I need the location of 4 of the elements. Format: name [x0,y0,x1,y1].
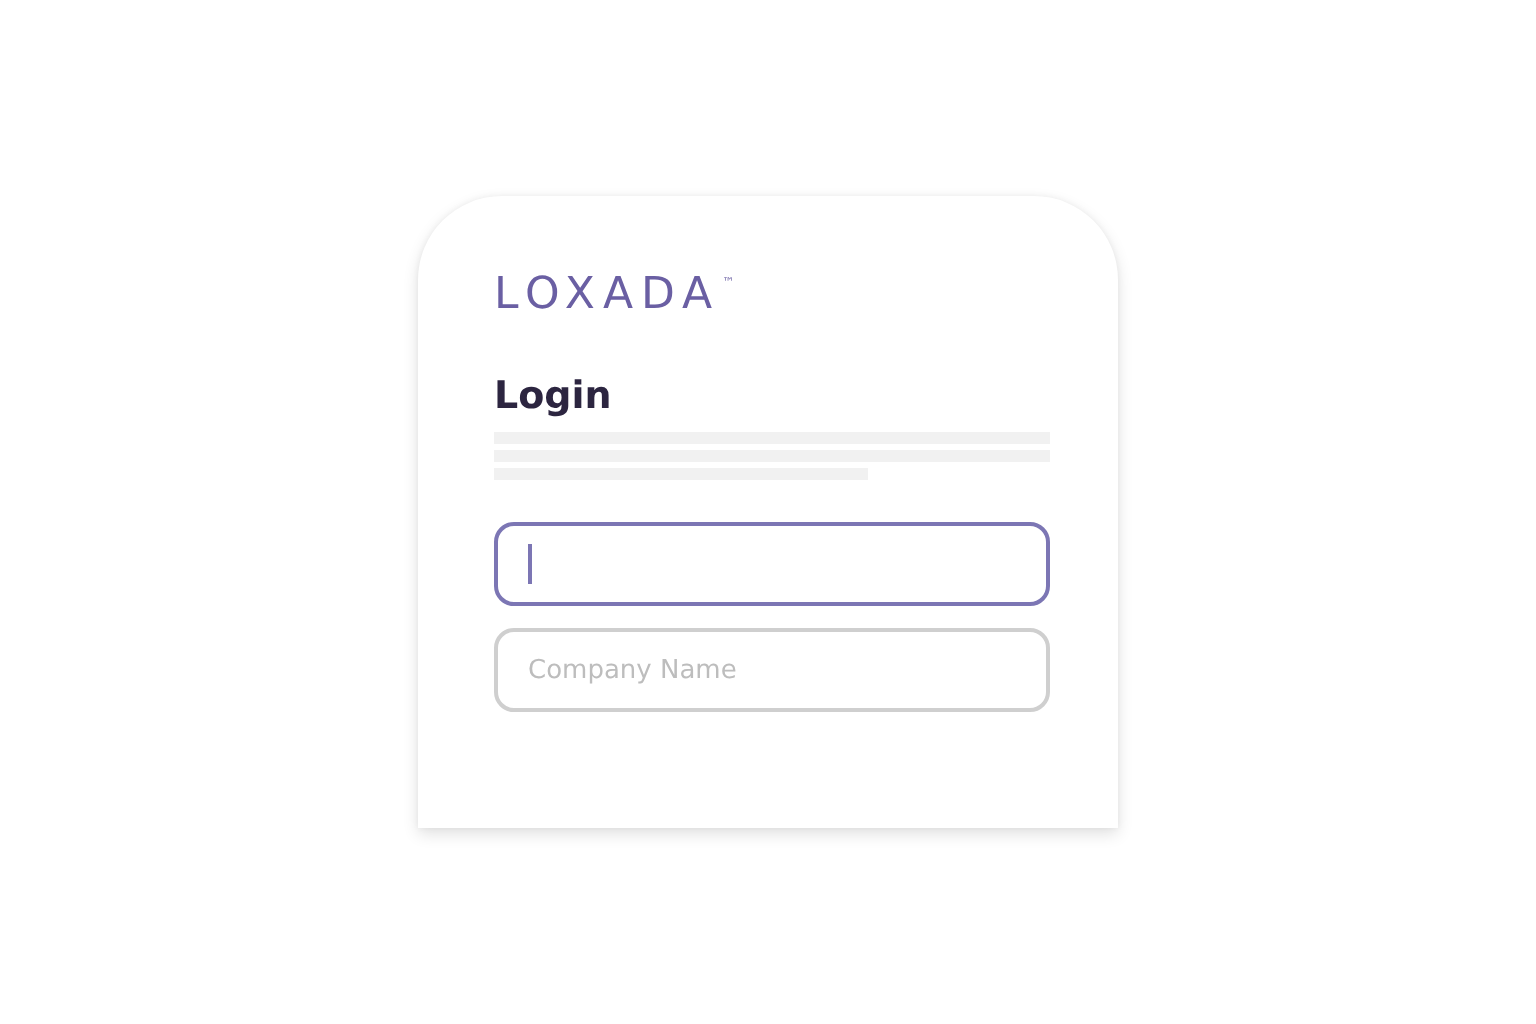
login-heading: Login [494,372,614,420]
text-cursor [528,544,532,584]
logo: LOXADA [494,268,721,324]
input-field[interactable] [494,522,1050,606]
